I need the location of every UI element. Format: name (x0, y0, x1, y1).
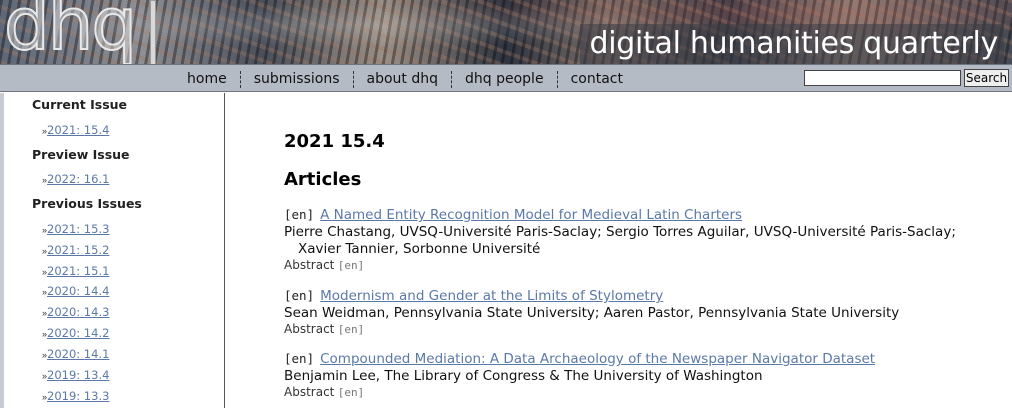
abstract-row: Abstract [en] (284, 258, 984, 273)
nav-about-link[interactable]: about dhq (354, 69, 452, 89)
double-arrow-icon: » (42, 350, 47, 360)
double-arrow-icon: » (42, 126, 47, 136)
main-content: 2021 15.4 Articles [en] A Named Entity Re… (226, 93, 1012, 408)
previous-issue-link[interactable]: 2021: 15.1 (47, 264, 109, 278)
double-arrow-icon: » (42, 392, 47, 402)
article-authors: Pierre Chastang, UVSQ-Université Paris-S… (284, 224, 956, 257)
previous-issue-link[interactable]: 2021: 15.3 (47, 222, 109, 236)
article-entry: [en] Compounded Mediation: A Data Archaeo… (284, 350, 984, 400)
sidebar-item-current: » 2021: 15.4 (42, 122, 109, 139)
nav-links: home submissions about dhq dhq people co… (174, 69, 636, 89)
nav-submissions-link[interactable]: submissions (241, 69, 353, 89)
double-arrow-icon: » (42, 371, 47, 381)
article-entry: [en] Modernism and Gender at the Limits o… (284, 287, 984, 337)
nav-contact-link[interactable]: contact (558, 69, 636, 89)
double-arrow-icon: » (42, 267, 47, 277)
search-button[interactable]: Search (964, 69, 1009, 87)
article-entry: [en] A Named Entity Recognition Model for… (284, 206, 984, 273)
abstract-language-tag[interactable]: [en] (338, 259, 365, 272)
sidebar-item-previous: » 2021: 15.3 (42, 221, 109, 238)
previous-issues-heading: Previous Issues (32, 196, 142, 211)
abstract-language-tag[interactable]: [en] (338, 323, 365, 336)
sidebar-item-preview: » 2022: 16.1 (42, 171, 109, 188)
preview-issue-heading: Preview Issue (32, 147, 130, 162)
previous-issue-link[interactable]: 2020: 14.1 (47, 347, 109, 361)
articles-heading: Articles (284, 169, 362, 190)
previous-issue-link[interactable]: 2019: 13.4 (47, 368, 109, 382)
previous-issue-link[interactable]: 2020: 14.2 (47, 326, 109, 340)
language-tag: [en] (284, 288, 315, 303)
preview-issue-link[interactable]: 2022: 16.1 (47, 172, 109, 186)
article-title-link[interactable]: Compounded Mediation: A Data Archaeology… (320, 351, 875, 367)
sidebar-item-previous: » 2019: 13.4 (42, 367, 109, 384)
sidebar-item-previous: » 2020: 14.1 (42, 346, 109, 363)
nav-home-link[interactable]: home (174, 69, 240, 89)
article-authors: Sean Weidman, Pennsylvania State Univers… (284, 305, 900, 321)
double-arrow-icon: » (42, 329, 47, 339)
top-nav-bar: home submissions about dhq dhq people co… (0, 64, 1012, 92)
language-tag: [en] (284, 351, 315, 366)
sidebar-item-previous: » 2020: 14.2 (42, 325, 109, 342)
issue-sidebar (0, 93, 225, 408)
site-title: digital humanities quarterly (579, 24, 1004, 64)
current-issue-heading: Current Issue (32, 97, 128, 112)
article-authors: Benjamin Lee, The Library of Congress & … (284, 368, 763, 384)
double-arrow-icon: » (42, 246, 47, 256)
issue-title: 2021 15.4 (284, 131, 385, 152)
article-title-link[interactable]: A Named Entity Recognition Model for Med… (320, 207, 742, 223)
double-arrow-icon: » (42, 225, 47, 235)
double-arrow-icon: » (42, 287, 47, 297)
sidebar-item-previous: » 2021: 15.2 (42, 242, 109, 259)
article-title-link[interactable]: Modernism and Gender at the Limits of St… (320, 288, 663, 304)
abstract-row: Abstract [en] (284, 385, 984, 400)
dhq-logo[interactable]: dhq (3, 0, 138, 61)
current-issue-link[interactable]: 2021: 15.4 (47, 123, 109, 137)
sidebar-edge (0, 93, 4, 408)
double-arrow-icon: » (42, 308, 47, 318)
abstract-toggle[interactable]: Abstract (284, 322, 334, 336)
sidebar-item-previous: » 2019: 13.3 (42, 388, 109, 405)
sidebar-item-previous: » 2021: 15.1 (42, 263, 109, 280)
sidebar-item-previous: » 2020: 14.4 (42, 283, 109, 300)
language-tag: [en] (284, 207, 315, 222)
logo-bar (150, 0, 156, 64)
double-arrow-icon: » (42, 175, 47, 185)
previous-issue-link[interactable]: 2020: 14.4 (47, 284, 109, 298)
abstract-language-tag[interactable]: [en] (338, 386, 365, 399)
abstract-toggle[interactable]: Abstract (284, 385, 334, 399)
previous-issue-link[interactable]: 2020: 14.3 (47, 305, 109, 319)
search-input[interactable] (804, 70, 961, 86)
sidebar-item-previous: » 2020: 14.3 (42, 304, 109, 321)
nav-people-link[interactable]: dhq people (452, 69, 557, 89)
previous-issue-link[interactable]: 2019: 13.3 (47, 389, 109, 403)
abstract-row: Abstract [en] (284, 322, 984, 337)
abstract-toggle[interactable]: Abstract (284, 258, 334, 272)
previous-issue-link[interactable]: 2021: 15.2 (47, 243, 109, 257)
site-banner: dhq digital humanities quarterly (0, 0, 1012, 64)
